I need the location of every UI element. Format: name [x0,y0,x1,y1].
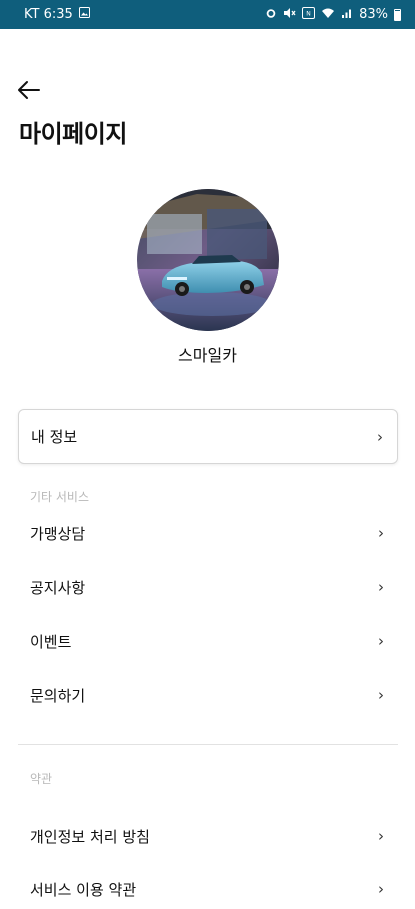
section-header-other-services: 기타 서비스 [30,490,90,504]
wifi-icon [321,7,335,23]
nfc-icon: N [302,6,316,23]
chevron-right-icon: › [378,524,384,542]
status-right: N 83% [265,6,401,23]
menu-item-notices[interactable]: 공지사항 › [18,567,398,607]
menu-item-label: 서비스 이용 약관 [30,880,137,899]
chevron-right-icon: › [378,827,384,845]
section-header-terms: 약관 [30,772,53,786]
mute-icon [283,7,296,23]
svg-text:N: N [306,10,311,17]
menu-item-privacy-policy[interactable]: 개인정보 처리 방침 › [18,816,398,856]
chevron-right-icon: › [378,686,384,704]
signal-icon [341,7,353,23]
alarm-icon [265,7,277,23]
my-info-label: 내 정보 [31,428,78,446]
avatar [137,189,279,331]
carrier-time: KT 6:35 [24,7,73,22]
menu-item-label: 문의하기 [30,686,86,705]
menu-item-terms-of-service[interactable]: 서비스 이용 약관 › [18,869,398,909]
section-divider [18,744,398,745]
menu-item-inquiry[interactable]: 문의하기 › [18,675,398,715]
menu-item-label: 가맹상담 [30,524,86,543]
profile-name: 스마일카 [178,346,237,365]
image-icon [78,7,90,22]
menu-item-events[interactable]: 이벤트 › [18,621,398,661]
back-button[interactable] [14,76,44,104]
profile-photo [137,189,279,331]
my-info-button[interactable]: 내 정보 › [18,409,398,464]
menu-item-label: 개인정보 처리 방침 [30,827,150,846]
page-title: 마이페이지 [19,120,127,148]
arrow-left-icon [18,81,40,99]
menu-item-label: 공지사항 [30,578,86,597]
battery-icon [394,8,401,21]
status-left: KT 6:35 [24,7,90,22]
chevron-right-icon: › [377,427,383,446]
chevron-right-icon: › [378,880,384,898]
menu-item-franchise-consult[interactable]: 가맹상담 › [18,513,398,553]
status-bar: KT 6:35 N 83% [0,0,415,29]
chevron-right-icon: › [378,632,384,650]
battery-text: 83% [359,7,388,22]
menu-item-label: 이벤트 [30,632,72,651]
chevron-right-icon: › [378,578,384,596]
